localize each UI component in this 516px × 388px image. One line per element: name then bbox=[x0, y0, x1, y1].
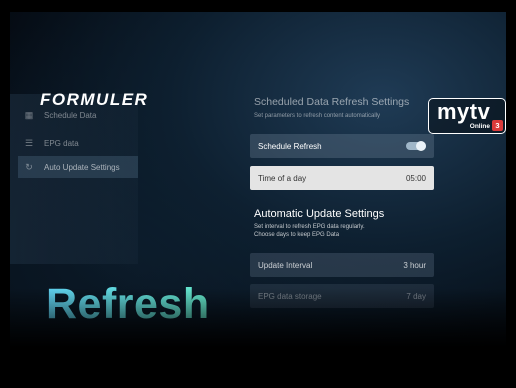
update-interval-row[interactable]: Update Interval 3 hour bbox=[250, 253, 434, 277]
automatic-subtitle-line-2: Choose days to keep EPG Data bbox=[254, 231, 340, 238]
sidebar-item-label: Schedule Data bbox=[44, 110, 97, 120]
epg-storage-label: EPG data storage bbox=[258, 291, 322, 301]
tv-screen: FORMULER ▦ Schedule Data ☰ EPG data ↻ Au… bbox=[10, 12, 506, 358]
schedule-refresh-toggle[interactable] bbox=[406, 141, 426, 151]
refresh-icon: ↻ bbox=[25, 162, 33, 172]
time-of-day-value: 05:00 bbox=[405, 173, 426, 183]
grid-icon: ☰ bbox=[24, 138, 34, 148]
schedule-refresh-row[interactable]: Schedule Refresh bbox=[250, 134, 434, 158]
epg-storage-row[interactable]: EPG data storage 7 day bbox=[250, 284, 434, 308]
sidebar-item-label: EPG data bbox=[44, 138, 79, 148]
mytv-version-badge: 3 bbox=[492, 120, 503, 131]
sidebar-item-label: Auto Update Settings bbox=[44, 162, 120, 172]
update-interval-value: 3 hour bbox=[403, 260, 426, 270]
schedule-refresh-label: Schedule Refresh bbox=[258, 141, 322, 151]
update-interval-label: Update Interval bbox=[258, 260, 313, 270]
automatic-section-title: Automatic Update Settings bbox=[254, 208, 385, 220]
scheduled-section-title: Scheduled Data Refresh Settings bbox=[254, 96, 410, 108]
sidebar-item-epg-data[interactable]: ☰ EPG data bbox=[18, 132, 138, 154]
time-of-day-label: Time of a day bbox=[258, 173, 307, 183]
mytv-online-logo: mytv Online 3 bbox=[428, 98, 506, 134]
automatic-subtitle-line-1: Set interval to refresh EPG data regular… bbox=[254, 224, 365, 230]
mytv-logo-word: mytv bbox=[437, 99, 491, 124]
calendar-icon: ▦ bbox=[24, 110, 34, 120]
sidebar-item-auto-update-settings[interactable]: ↻ Auto Update Settings bbox=[18, 156, 138, 178]
mytv-logo-online: Online bbox=[469, 123, 490, 130]
toggle-knob bbox=[416, 141, 426, 151]
scheduled-section-subtitle: Set parameters to refresh content automa… bbox=[254, 113, 381, 119]
automatic-section-subtitle: Set interval to refresh EPG data regular… bbox=[254, 224, 365, 239]
refresh-headline: Refresh bbox=[46, 280, 210, 328]
time-of-day-row[interactable]: Time of a day 05:00 bbox=[250, 166, 434, 190]
sidebar-item-schedule-data[interactable]: ▦ Schedule Data bbox=[18, 104, 138, 126]
epg-storage-value: 7 day bbox=[406, 291, 426, 301]
